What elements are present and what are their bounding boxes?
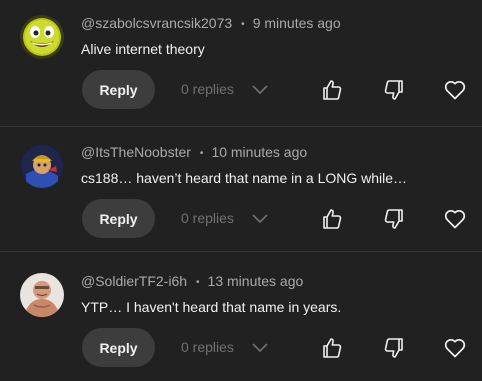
comment-item: @szabolcsvrancsik2073 • 9 minutes ago Aliv… [0, 0, 482, 124]
avatar[interactable] [20, 273, 64, 317]
heart-icon[interactable] [443, 78, 467, 102]
reply-button[interactable]: Reply [82, 70, 155, 109]
comment-item: @SoldierTF2-i6h • 13 minutes ago YTP… I ha… [0, 258, 482, 381]
timestamp[interactable]: 13 minutes ago [208, 273, 304, 289]
timestamp[interactable]: 10 minutes ago [211, 144, 307, 160]
heart-icon[interactable] [443, 207, 467, 231]
chevron-down-icon [252, 343, 268, 353]
comment-item: @ItsTheNoobster • 10 minutes ago cs188… ha… [0, 129, 482, 253]
thumbs-up-icon[interactable] [320, 207, 344, 231]
comment-header: @ItsTheNoobster • 10 minutes ago [81, 143, 307, 164]
author-name[interactable]: @SoldierTF2-i6h [81, 273, 187, 289]
divider [0, 126, 482, 127]
heart-icon[interactable] [443, 336, 467, 360]
chevron-down-icon [252, 85, 268, 95]
thumbs-down-icon[interactable] [382, 78, 406, 102]
comment-header: @SoldierTF2-i6h • 13 minutes ago [81, 272, 303, 293]
separator-dot: • [199, 148, 204, 159]
comment-text: Alive internet theory [81, 41, 205, 57]
chevron-down-icon [252, 214, 268, 224]
separator-dot: • [196, 277, 200, 288]
thumbs-down-icon[interactable] [382, 336, 406, 360]
comment-list: @szabolcsvrancsik2073 • 9 minutes ago Aliv… [0, 0, 482, 381]
comment-header: @szabolcsvrancsik2073 • 9 minutes ago [81, 14, 341, 35]
avatar[interactable] [20, 15, 64, 59]
thumbs-up-icon[interactable] [320, 78, 344, 102]
replies-count: 0 replies [181, 81, 234, 97]
reply-button[interactable]: Reply [82, 328, 155, 367]
comment-text: YTP… I haven't heard that name in years. [81, 299, 342, 315]
thumbs-down-icon[interactable] [382, 207, 406, 231]
author-name[interactable]: @szabolcsvrancsik2073 [81, 15, 232, 31]
separator-dot: • [241, 19, 245, 30]
divider [0, 251, 482, 252]
timestamp[interactable]: 9 minutes ago [253, 15, 341, 31]
reply-button[interactable]: Reply [82, 199, 155, 238]
replies-count: 0 replies [181, 339, 234, 355]
comment-text: cs188… haven’t heard that name in a LONG… [81, 170, 408, 186]
author-name[interactable]: @ItsTheNoobster [81, 144, 191, 160]
avatar[interactable] [20, 144, 64, 188]
thumbs-up-icon[interactable] [320, 336, 344, 360]
replies-count: 0 replies [181, 210, 234, 226]
